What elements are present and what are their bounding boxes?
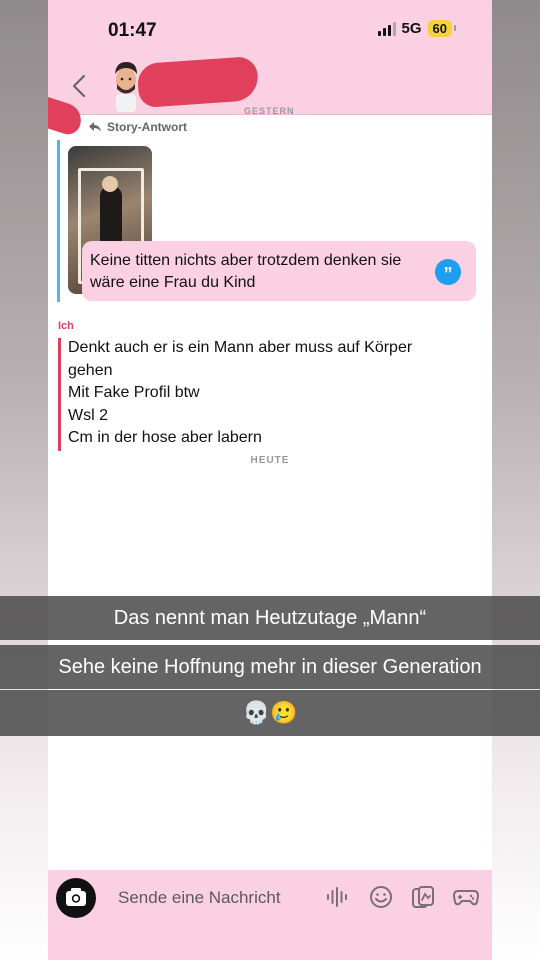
voice-icon[interactable]	[324, 884, 350, 910]
network-type: 5G	[401, 20, 422, 37]
sender-indicator-bar	[58, 338, 61, 451]
sender-label: Ich	[58, 320, 74, 332]
status-time: 01:47	[108, 20, 157, 41]
composer-bar	[48, 870, 492, 960]
signal-icon	[377, 21, 396, 36]
camera-button[interactable]	[56, 878, 96, 918]
overlay-caption: Das nennt man Heutzutage „Mann“	[0, 596, 540, 640]
message-line[interactable]: Wsl 2	[68, 405, 468, 428]
reply-message-bubble[interactable]: Keine titten nichts aber trotzdem denken…	[82, 241, 476, 301]
message-line[interactable]: Denkt auch er is ein Mann aber muss auf …	[68, 337, 468, 360]
sticker-icon[interactable]	[410, 884, 436, 910]
overlay-caption: Sehe keine Hoffnung mehr in dieser Gener…	[0, 645, 540, 689]
battery-level: 60	[427, 20, 457, 37]
game-icon[interactable]	[452, 884, 480, 910]
status-indicators: 5G 60	[377, 20, 457, 37]
overlay-caption-emoji: 💀🥲	[0, 690, 540, 736]
message-line[interactable]: gehen	[68, 360, 468, 383]
date-divider-previous: GESTERN	[244, 106, 295, 116]
back-chevron-icon[interactable]	[68, 72, 92, 100]
story-person-head	[102, 176, 118, 192]
chat-screen: 01:47 5G 60 GESTERN Story-Antwort Keine …	[48, 0, 492, 960]
message-line[interactable]: Cm in der hose aber labern	[68, 427, 468, 450]
story-reply-label: Story-Antwort	[107, 120, 187, 134]
message-line[interactable]: Mit Fake Profil btw	[68, 382, 468, 405]
date-divider-today: HEUTE	[250, 455, 290, 466]
redacted-username	[136, 55, 260, 109]
story-person	[100, 186, 122, 246]
camera-icon	[66, 888, 86, 906]
emoji-icon[interactable]	[368, 884, 394, 910]
my-messages: Denkt auch er is ein Mann aber muss auf …	[68, 337, 468, 450]
story-reply-header: Story-Antwort	[88, 120, 187, 134]
message-input[interactable]	[118, 886, 308, 910]
reply-indicator-bar	[57, 140, 60, 302]
chat-header: 01:47 5G 60 GESTERN	[48, 0, 492, 116]
reply-message-text: Keine titten nichts aber trotzdem denken…	[90, 252, 402, 291]
quote-icon[interactable]: ”	[435, 259, 461, 285]
reply-arrow-icon	[89, 122, 101, 132]
